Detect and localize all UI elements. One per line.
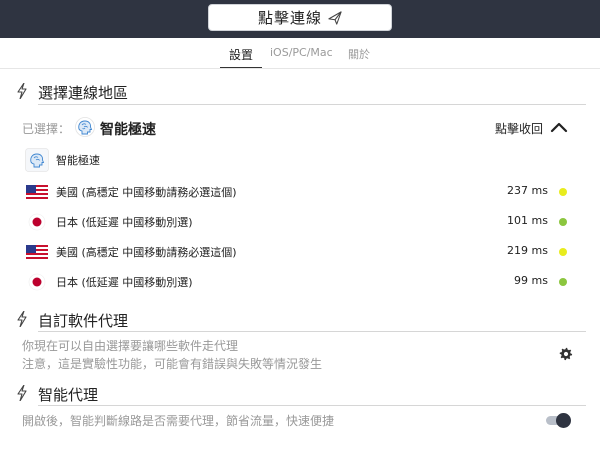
us-flag-icon	[26, 245, 48, 259]
latency-value: 219 ms	[507, 244, 548, 257]
selected-region-name: 智能極速	[100, 122, 156, 138]
lightning-icon	[17, 385, 27, 401]
connect-button-label: 點擊連線	[257, 9, 322, 27]
japan-flag-icon	[28, 273, 46, 291]
smart-proxy-section-title: 智能代理	[38, 386, 99, 404]
paper-plane-icon	[328, 10, 342, 25]
smart-proxy-toggle[interactable]	[546, 413, 572, 428]
section-divider	[38, 405, 586, 406]
top-bar: 點擊連線	[0, 0, 600, 38]
us-flag-icon	[26, 185, 48, 199]
custom-proxy-section-title: 自訂軟件代理	[38, 312, 129, 330]
region-option-name: 日本 (低延遲 中國移動別選)	[56, 276, 193, 289]
gear-icon[interactable]	[559, 347, 573, 361]
lightning-icon	[17, 311, 27, 327]
latency-value: 99 ms	[514, 274, 548, 287]
region-option-name: 智能極速	[56, 154, 100, 167]
region-option-name: 日本 (低延遲 中國移動別選)	[56, 216, 193, 229]
tab-platforms[interactable]: iOS/PC/Mac	[270, 46, 333, 59]
custom-proxy-warning: 注意，這是實驗性功能，可能會有錯誤與失敗等情況發生	[22, 357, 323, 371]
toggle-knob	[556, 413, 571, 428]
latency-value: 237 ms	[507, 184, 548, 197]
latency-value: 101 ms	[507, 214, 548, 227]
tabs-divider	[0, 68, 600, 69]
region-option-smart[interactable]: 智能極速	[22, 148, 582, 172]
collapse-button[interactable]: 點擊收回	[495, 120, 543, 137]
region-option-name: 美國 (高穩定 中國移動請務必選這個)	[56, 186, 237, 199]
tab-about[interactable]: 關於	[348, 46, 370, 62]
section-divider	[38, 331, 586, 332]
smart-proxy-description: 開啟後，智能判斷線路是否需要代理，節省流量，快速便捷	[22, 414, 335, 428]
latency-status-dot	[559, 248, 567, 256]
chevron-up-icon[interactable]	[550, 120, 568, 134]
region-option-us-2[interactable]: 美國 (高穩定 中國移動請務必選這個) 219 ms	[22, 240, 582, 264]
region-option-japan-2[interactable]: 日本 (低延遲 中國移動別選) 99 ms	[22, 270, 582, 294]
region-option-japan-1[interactable]: 日本 (低延遲 中國移動別選) 101 ms	[22, 210, 582, 234]
selected-label: 已選擇：	[22, 122, 71, 136]
brain-icon	[75, 117, 95, 137]
selected-region-row[interactable]: 已選擇： 智能極速 點擊收回	[22, 117, 582, 139]
tab-settings[interactable]: 設置	[229, 46, 253, 63]
latency-status-dot	[559, 278, 567, 286]
japan-flag-icon	[28, 213, 46, 231]
section-divider	[38, 104, 586, 105]
connect-button[interactable]: 點擊連線	[208, 4, 392, 31]
lightning-icon	[17, 83, 27, 99]
latency-status-dot	[559, 218, 567, 226]
custom-proxy-description: 你現在可以自由選擇要讓哪些軟件走代理	[22, 339, 239, 353]
region-option-name: 美國 (高穩定 中國移動請務必選這個)	[56, 246, 237, 259]
region-option-us-1[interactable]: 美國 (高穩定 中國移動請務必選這個) 237 ms	[22, 180, 582, 204]
tab-bar: 設置 iOS/PC/Mac 關於	[0, 42, 600, 69]
brain-icon	[25, 148, 49, 172]
region-section-title: 選擇連線地區	[38, 84, 129, 102]
latency-status-dot	[559, 188, 567, 196]
